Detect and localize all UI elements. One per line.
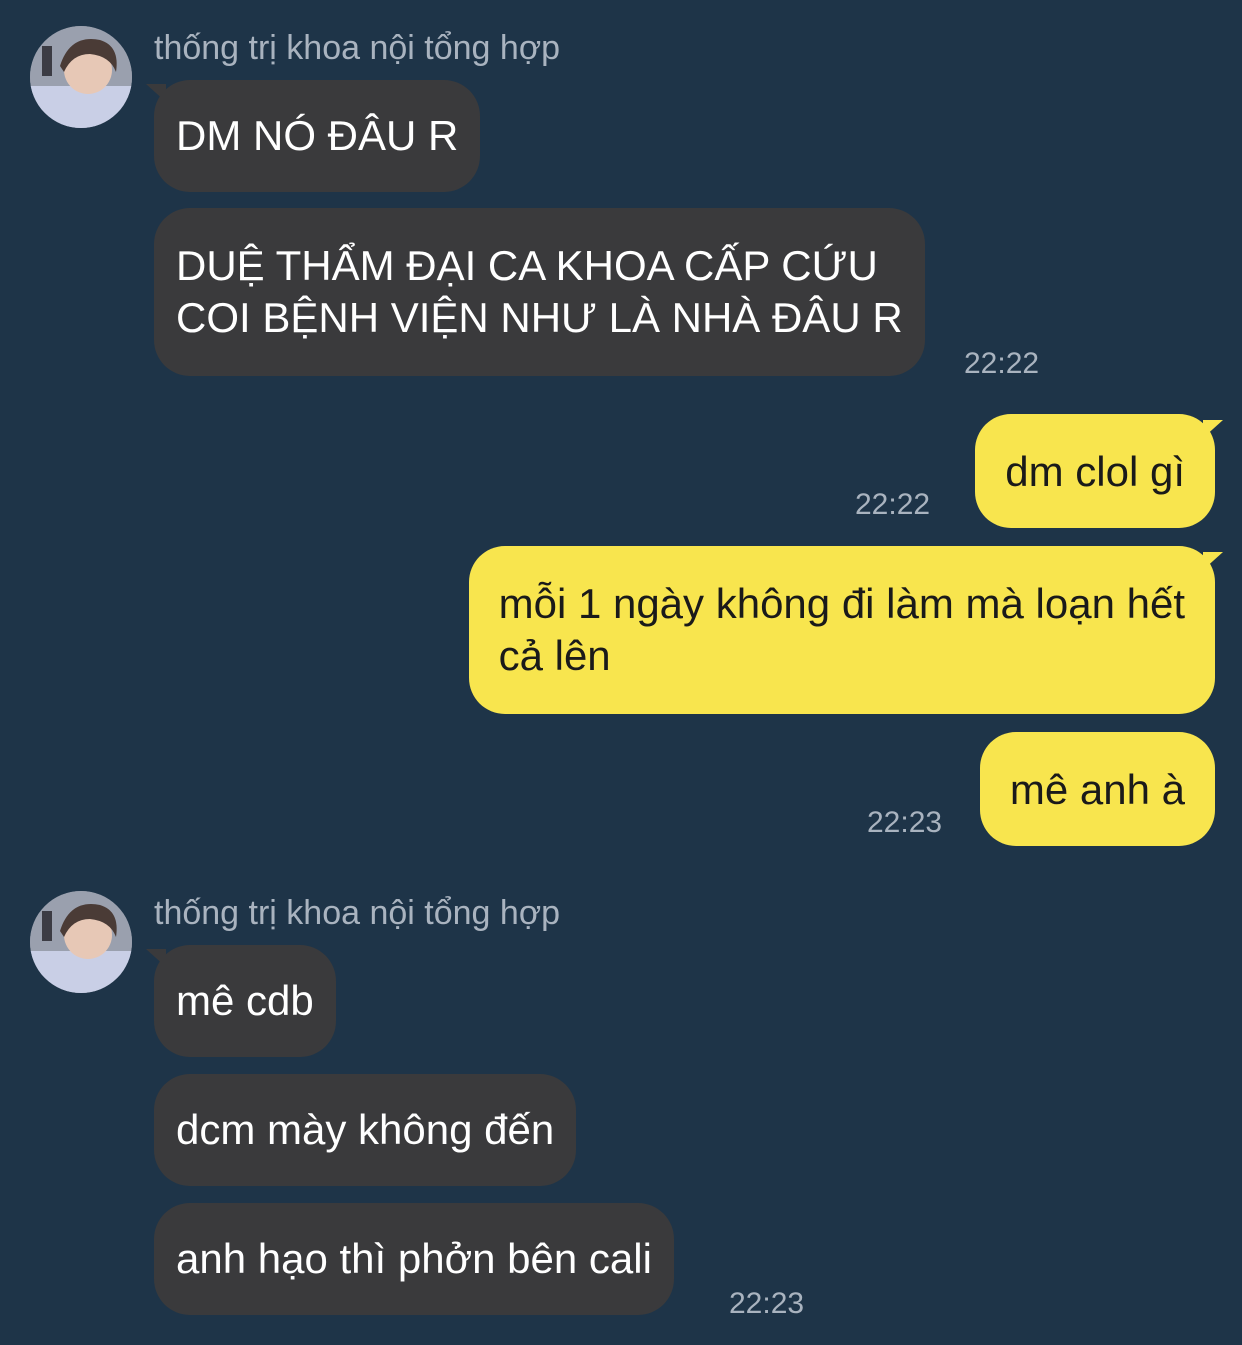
message-bubble-outgoing[interactable]: mê anh à <box>979 732 1215 846</box>
message-bubble-outgoing[interactable]: dm clol gì <box>975 414 1215 528</box>
message-bubble-incoming[interactable]: dcm mày không đến <box>154 1074 577 1186</box>
message-bubble-outgoing[interactable]: mỗi 1 ngày không đi làm mà loạn hết cả l… <box>468 546 1215 714</box>
message-bubble-incoming[interactable]: DUỆ THẨM ĐẠI CA KHOA CẤP CỨU COI BỆNH VI… <box>154 208 925 376</box>
message-bubble-incoming[interactable]: mê cdb <box>154 945 336 1057</box>
message-text-line: cả lên <box>498 632 611 679</box>
message-text: dcm mày không đến <box>176 1106 555 1153</box>
sender-avatar[interactable] <box>30 26 132 128</box>
message-timestamp: 22:22 <box>964 347 1040 380</box>
bubble-tail <box>1203 420 1223 438</box>
message-text-line: DUỆ THẨM ĐẠI CA KHOA CẤP CỨU <box>176 242 878 289</box>
message-text-line: mỗi 1 ngày không đi làm mà loạn hết <box>498 580 1185 627</box>
sender-name: thống trị khoa nội tổng hợp <box>154 894 561 932</box>
message-text-line: COI BỆNH VIỆN NHƯ LÀ NHÀ ĐÂU R <box>176 294 903 341</box>
message-timestamp: 22:22 <box>855 488 931 521</box>
message-text: DM NÓ ĐÂU R <box>176 112 459 159</box>
message-timestamp: 22:23 <box>867 806 943 839</box>
sender-name: thống trị khoa nội tổng hợp <box>154 29 561 67</box>
message-text: mê anh à <box>1009 766 1185 813</box>
sender-avatar[interactable] <box>30 891 132 993</box>
avatar-photo-icon <box>30 891 132 993</box>
avatar-photo-icon <box>30 26 132 128</box>
message-bubble-incoming[interactable]: anh hạo thì phởn bên cali <box>154 1203 674 1315</box>
message-timestamp: 22:23 <box>729 1287 805 1320</box>
message-text: anh hạo thì phởn bên cali <box>176 1235 652 1282</box>
message-text: mê cdb <box>176 977 314 1024</box>
message-bubble-incoming[interactable]: DM NÓ ĐÂU R <box>154 80 481 192</box>
bubble-tail <box>1203 552 1223 570</box>
message-text: dm clol gì <box>1005 448 1185 495</box>
